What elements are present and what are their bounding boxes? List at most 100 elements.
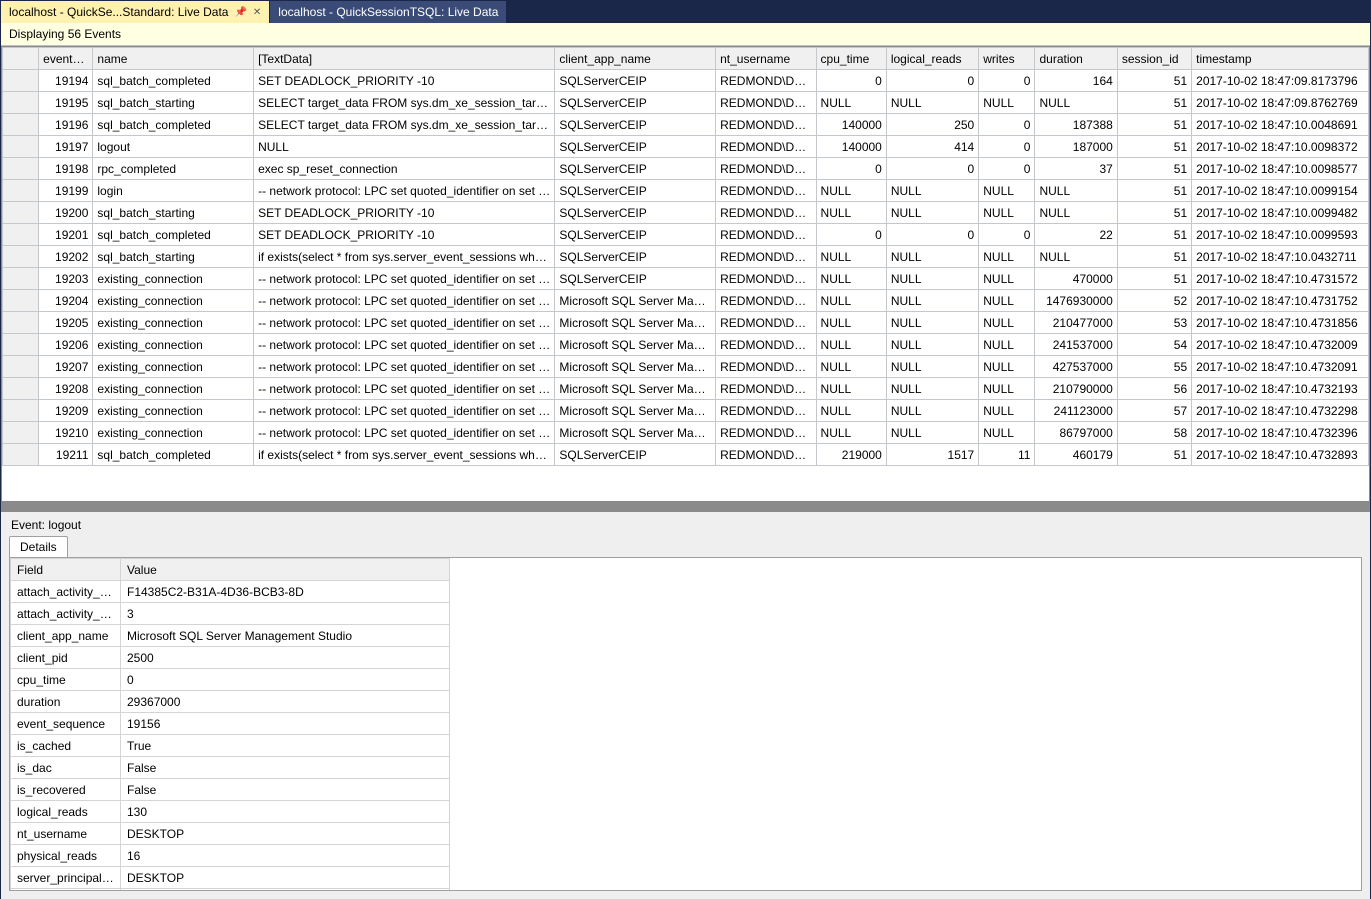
cell-lr[interactable]: NULL [886, 400, 978, 422]
detail-row[interactable]: server_principal_na...DESKTOP [11, 867, 450, 889]
cell-app[interactable]: SQLServerCEIP [555, 180, 716, 202]
cell-ts[interactable]: 2017-10-02 18:47:10.0099593 [1192, 224, 1369, 246]
cell-cpu[interactable]: NULL [816, 202, 886, 224]
detail-row[interactable]: is_cachedTrue [11, 735, 450, 757]
cell-text[interactable]: -- network protocol: LPC set quoted_iden… [254, 334, 555, 356]
cell-app[interactable]: SQLServerCEIP [555, 92, 716, 114]
cell-text[interactable]: SELECT target_data FROM sys.dm_xe_sessio… [254, 114, 555, 136]
cell-nt[interactable]: REDMOND\DES... [716, 356, 816, 378]
cell-cpu[interactable]: 140000 [816, 136, 886, 158]
cell-text[interactable]: if exists(select * from sys.server_event… [254, 246, 555, 268]
table-row[interactable]: 19210existing_connection-- network proto… [3, 422, 1369, 444]
cell-lr[interactable]: NULL [886, 180, 978, 202]
cell-app[interactable]: Microsoft SQL Server Manage... [555, 334, 716, 356]
cell-name[interactable]: existing_connection [93, 400, 254, 422]
col-name[interactable]: name [93, 48, 254, 70]
cell-wr[interactable]: NULL [979, 202, 1035, 224]
cell-text[interactable]: SET DEADLOCK_PRIORITY -10 [254, 202, 555, 224]
row-handle[interactable] [3, 290, 39, 312]
cell-dur[interactable]: 187000 [1035, 136, 1117, 158]
cell-dur[interactable]: 470000 [1035, 268, 1117, 290]
cell-wr[interactable]: NULL [979, 180, 1035, 202]
cell-nt[interactable]: REDMOND\DES... [716, 268, 816, 290]
cell-ev[interactable]: 19206 [39, 334, 93, 356]
row-handle[interactable] [3, 268, 39, 290]
detail-col-field[interactable]: Field [11, 559, 121, 581]
row-handle[interactable] [3, 422, 39, 444]
cell-wr[interactable]: NULL [979, 422, 1035, 444]
row-handle[interactable] [3, 356, 39, 378]
tab-quicksession-tsql[interactable]: localhost - QuickSessionTSQL: Live Data [270, 1, 507, 23]
cell-dur[interactable]: 37 [1035, 158, 1117, 180]
row-handle[interactable] [3, 334, 39, 356]
cell-app[interactable]: SQLServerCEIP [555, 202, 716, 224]
row-handle[interactable] [3, 444, 39, 466]
col-timestamp[interactable]: timestamp [1192, 48, 1369, 70]
cell-name[interactable]: existing_connection [93, 312, 254, 334]
row-handle[interactable] [3, 400, 39, 422]
cell-dur[interactable]: 241123000 [1035, 400, 1117, 422]
cell-name[interactable]: sql_batch_completed [93, 70, 254, 92]
col-logical-reads[interactable]: logical_reads [886, 48, 978, 70]
cell-lr[interactable]: NULL [886, 268, 978, 290]
table-row[interactable]: 19197logoutNULLSQLServerCEIPREDMOND\DES.… [3, 136, 1369, 158]
detail-row[interactable]: client_pid2500 [11, 647, 450, 669]
row-handle[interactable] [3, 92, 39, 114]
cell-app[interactable]: SQLServerCEIP [555, 224, 716, 246]
cell-wr[interactable]: NULL [979, 290, 1035, 312]
table-row[interactable]: 19202sql_batch_startingif exists(select … [3, 246, 1369, 268]
pin-icon[interactable]: 📌 [234, 7, 246, 18]
cell-app[interactable]: Microsoft SQL Server Manage... [555, 378, 716, 400]
detail-row[interactable]: nt_usernameDESKTOP [11, 823, 450, 845]
cell-ev[interactable]: 19211 [39, 444, 93, 466]
cell-sid[interactable]: 51 [1117, 224, 1191, 246]
cell-ev[interactable]: 19196 [39, 114, 93, 136]
cell-wr[interactable]: NULL [979, 312, 1035, 334]
cell-wr[interactable]: 11 [979, 444, 1035, 466]
cell-ts[interactable]: 2017-10-02 18:47:10.4731752 [1192, 290, 1369, 312]
table-row[interactable]: 19208existing_connection-- network proto… [3, 378, 1369, 400]
cell-dur[interactable]: 210477000 [1035, 312, 1117, 334]
cell-ts[interactable]: 2017-10-02 18:47:10.0048691 [1192, 114, 1369, 136]
cell-nt[interactable]: REDMOND\DES... [716, 92, 816, 114]
cell-lr[interactable]: NULL [886, 422, 978, 444]
cell-cpu[interactable]: NULL [816, 290, 886, 312]
cell-nt[interactable]: REDMOND\DES... [716, 202, 816, 224]
cell-name[interactable]: sql_batch_starting [93, 92, 254, 114]
cell-ev[interactable]: 19207 [39, 356, 93, 378]
cell-name[interactable]: login [93, 180, 254, 202]
cell-dur[interactable]: 22 [1035, 224, 1117, 246]
tab-details[interactable]: Details [9, 536, 68, 557]
row-handle[interactable] [3, 114, 39, 136]
cell-ev[interactable]: 19195 [39, 92, 93, 114]
cell-name[interactable]: existing_connection [93, 334, 254, 356]
col-nt-username[interactable]: nt_username [716, 48, 816, 70]
cell-wr[interactable]: 0 [979, 70, 1035, 92]
tab-quicksession-standard[interactable]: localhost - QuickSe...Standard: Live Dat… [1, 1, 270, 23]
cell-sid[interactable]: 51 [1117, 158, 1191, 180]
cell-wr[interactable]: 0 [979, 158, 1035, 180]
cell-text[interactable]: SET DEADLOCK_PRIORITY -10 [254, 70, 555, 92]
cell-ev[interactable]: 19198 [39, 158, 93, 180]
cell-cpu[interactable]: NULL [816, 92, 886, 114]
cell-wr[interactable]: 0 [979, 114, 1035, 136]
row-handle[interactable] [3, 180, 39, 202]
cell-dur[interactable]: 210790000 [1035, 378, 1117, 400]
cell-name[interactable]: sql_batch_completed [93, 114, 254, 136]
col-textdata[interactable]: [TextData] [254, 48, 555, 70]
cell-nt[interactable]: REDMOND\DES... [716, 136, 816, 158]
cell-app[interactable]: SQLServerCEIP [555, 70, 716, 92]
cell-nt[interactable]: REDMOND\DES... [716, 114, 816, 136]
cell-lr[interactable]: 414 [886, 136, 978, 158]
cell-name[interactable]: sql_batch_starting [93, 202, 254, 224]
cell-cpu[interactable]: 140000 [816, 114, 886, 136]
cell-app[interactable]: Microsoft SQL Server Manage... [555, 356, 716, 378]
cell-dur[interactable]: NULL [1035, 202, 1117, 224]
cell-dur[interactable]: NULL [1035, 246, 1117, 268]
cell-lr[interactable]: NULL [886, 290, 978, 312]
cell-lr[interactable]: 0 [886, 70, 978, 92]
cell-sid[interactable]: 51 [1117, 70, 1191, 92]
cell-lr[interactable]: 0 [886, 224, 978, 246]
detail-row[interactable]: cpu_time0 [11, 669, 450, 691]
cell-lr[interactable]: NULL [886, 92, 978, 114]
